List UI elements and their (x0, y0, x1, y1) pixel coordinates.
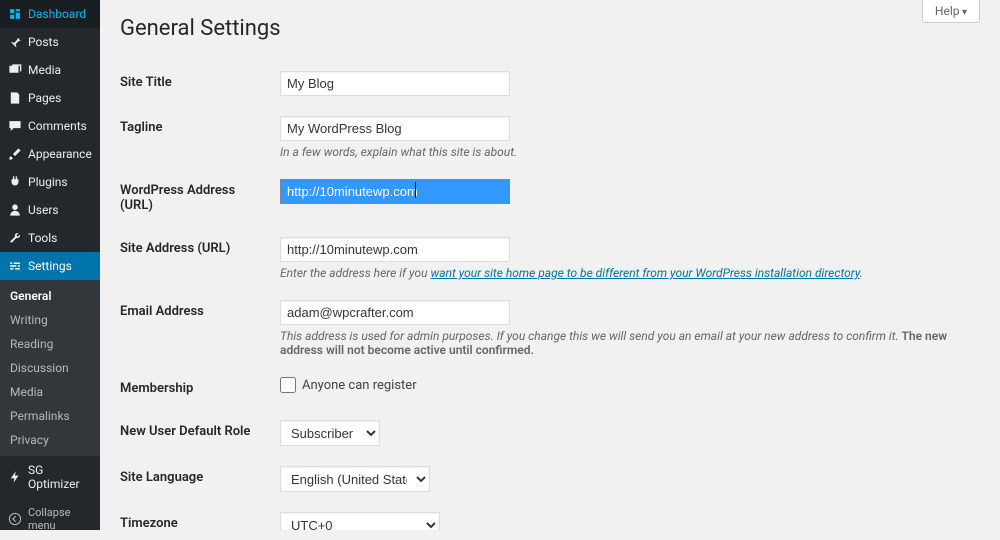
admin-sidebar: Dashboard Posts Media Pages Comments App… (0, 0, 100, 530)
settings-form: Site Title Tagline In a few words, expla… (120, 61, 980, 530)
sidebar-item-media[interactable]: Media (0, 56, 100, 84)
sub-item-general[interactable]: General (0, 284, 100, 308)
sub-item-writing[interactable]: Writing (0, 308, 100, 332)
sliders-icon (8, 259, 22, 273)
label-site-url: Site Address (URL) (120, 227, 280, 290)
user-icon (8, 203, 22, 217)
main-content: Help General Settings Site Title Tagline… (100, 0, 1000, 530)
site-title-input[interactable] (280, 71, 510, 96)
text-cursor (415, 182, 416, 198)
sidebar-item-sgoptimizer[interactable]: SG Optimizer (0, 456, 100, 498)
membership-checkbox[interactable] (280, 377, 296, 393)
sidebar-label: Pages (28, 91, 61, 105)
sidebar-item-posts[interactable]: Posts (0, 28, 100, 56)
sub-item-reading[interactable]: Reading (0, 332, 100, 356)
sub-item-permalinks[interactable]: Permalinks (0, 404, 100, 428)
sidebar-label: Appearance (28, 147, 92, 161)
wrench-icon (8, 231, 22, 245)
email-desc: This address is used for admin purposes.… (280, 329, 980, 357)
sidebar-label: Comments (28, 119, 87, 133)
site-url-desc: Enter the address here if you want your … (280, 266, 980, 280)
page-icon (8, 91, 22, 105)
timezone-select[interactable]: UTC+0 (280, 512, 440, 530)
sidebar-label: Plugins (28, 175, 68, 189)
label-site-title: Site Title (120, 61, 280, 106)
site-url-input[interactable] (280, 237, 510, 262)
membership-checkbox-row[interactable]: Anyone can register (280, 377, 980, 393)
sidebar-label: Settings (28, 259, 72, 273)
sub-item-privacy[interactable]: Privacy (0, 428, 100, 452)
sidebar-label: Posts (28, 35, 59, 49)
sidebar-label: Media (28, 63, 61, 77)
label-default-role: New User Default Role (120, 410, 280, 456)
sidebar-item-tools[interactable]: Tools (0, 224, 100, 252)
tagline-input[interactable] (280, 116, 510, 141)
sidebar-item-pages[interactable]: Pages (0, 84, 100, 112)
label-timezone: Timezone (120, 502, 280, 530)
dashboard-icon (8, 7, 22, 21)
settings-submenu: General Writing Reading Discussion Media… (0, 280, 100, 456)
sub-item-discussion[interactable]: Discussion (0, 356, 100, 380)
plug-icon (8, 175, 22, 189)
collapse-label: Collapse menu (28, 506, 92, 532)
sidebar-item-settings[interactable]: Settings (0, 252, 100, 280)
sidebar-label: Users (28, 203, 59, 217)
pin-icon (8, 35, 22, 49)
bolt-icon (8, 470, 22, 484)
language-select[interactable]: English (United States) (280, 466, 430, 492)
email-input[interactable] (280, 300, 510, 325)
label-tagline: Tagline (120, 106, 280, 169)
help-tab[interactable]: Help (922, 0, 980, 23)
sidebar-item-appearance[interactable]: Appearance (0, 140, 100, 168)
collapse-icon (8, 512, 22, 526)
sidebar-label: Dashboard (28, 7, 86, 21)
sidebar-item-users[interactable]: Users (0, 196, 100, 224)
sidebar-item-plugins[interactable]: Plugins (0, 168, 100, 196)
sidebar-label: Tools (28, 231, 57, 245)
wp-url-input[interactable] (280, 179, 510, 204)
collapse-menu[interactable]: Collapse menu (0, 498, 100, 540)
sidebar-item-comments[interactable]: Comments (0, 112, 100, 140)
site-url-help-link[interactable]: want your site home page to be different… (430, 266, 859, 280)
page-title: General Settings (120, 16, 980, 41)
membership-checkbox-label: Anyone can register (302, 378, 417, 393)
default-role-select[interactable]: Subscriber (280, 420, 380, 446)
sidebar-label: SG Optimizer (28, 463, 92, 491)
label-email: Email Address (120, 290, 280, 367)
tagline-desc: In a few words, explain what this site i… (280, 145, 980, 159)
label-wp-url: WordPress Address (URL) (120, 169, 280, 227)
label-membership: Membership (120, 367, 280, 410)
comment-icon (8, 119, 22, 133)
brush-icon (8, 147, 22, 161)
label-language: Site Language (120, 456, 280, 502)
sidebar-item-dashboard[interactable]: Dashboard (0, 0, 100, 28)
media-icon (8, 63, 22, 77)
sub-item-media[interactable]: Media (0, 380, 100, 404)
